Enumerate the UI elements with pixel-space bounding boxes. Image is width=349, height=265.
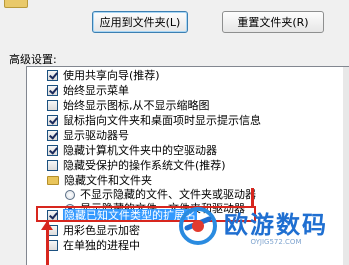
list-item-label: 始终显示菜单 xyxy=(63,84,129,97)
list-item[interactable]: 始终显示菜单 xyxy=(47,84,129,97)
checkbox[interactable] xyxy=(47,145,58,156)
checkbox[interactable] xyxy=(47,160,58,171)
watermark-subtitle: OYJIG572.COM xyxy=(250,238,302,246)
checkbox[interactable] xyxy=(47,70,58,81)
list-item[interactable]: 隐藏受保护的操作系统文件(推荐) xyxy=(47,159,226,172)
watermark-logo-icon xyxy=(178,206,218,246)
list-item[interactable]: 隐藏计算机文件夹中的空驱动器 xyxy=(47,144,217,157)
list-group-label: 隐藏文件和文件夹 xyxy=(64,174,152,187)
list-item[interactable]: 鼠标指向文件夹和桌面项时显示提示信息 xyxy=(47,114,261,127)
annotation-arrow-head xyxy=(41,221,53,230)
list-item[interactable]: 始终显示图标,从不显示缩略图 xyxy=(47,99,210,112)
list-item[interactable]: 用彩色显示加密 xyxy=(47,224,140,237)
list-item-label: 鼠标指向文件夹和桌面项时显示提示信息 xyxy=(63,114,261,127)
list-item[interactable]: 显示驱动器号 xyxy=(47,129,129,142)
watermark-title: 欧游数码 xyxy=(224,211,328,239)
list-item-label: 隐藏计算机文件夹中的空驱动器 xyxy=(63,144,217,157)
folder-view-icon xyxy=(4,0,28,8)
folder-icon xyxy=(47,176,59,185)
list-item[interactable]: 使用共享向导(推荐) xyxy=(47,69,160,82)
list-item-label: 始终显示图标,从不显示缩略图 xyxy=(63,99,210,112)
list-item-label: 用彩色显示加密 xyxy=(63,224,140,237)
watermark: 欧游数码 OYJIG572.COM xyxy=(168,186,349,265)
checkbox[interactable] xyxy=(47,210,58,221)
list-item-label: 隐藏受保护的操作系统文件(推荐) xyxy=(63,159,226,172)
radio-button[interactable] xyxy=(65,189,75,200)
advanced-settings-label: 高级设置: xyxy=(9,53,57,66)
list-item[interactable]: 在单独的进程中 xyxy=(47,239,140,252)
list-item-label: 使用共享向导(推荐) xyxy=(63,69,160,82)
apply-to-folders-button[interactable]: 应用到文件夹(L) xyxy=(92,11,188,33)
list-item-label: 显示驱动器号 xyxy=(63,129,129,142)
list-item-label: 在单独的进程中 xyxy=(63,239,140,252)
checkbox[interactable] xyxy=(47,100,58,111)
top-edge xyxy=(0,0,349,8)
checkbox[interactable] xyxy=(47,115,58,126)
list-item-group: 隐藏文件和文件夹 xyxy=(47,174,152,187)
reset-folders-button[interactable]: 重置文件夹(R) xyxy=(222,11,324,33)
checkbox[interactable] xyxy=(47,85,58,96)
checkbox[interactable] xyxy=(47,130,58,141)
